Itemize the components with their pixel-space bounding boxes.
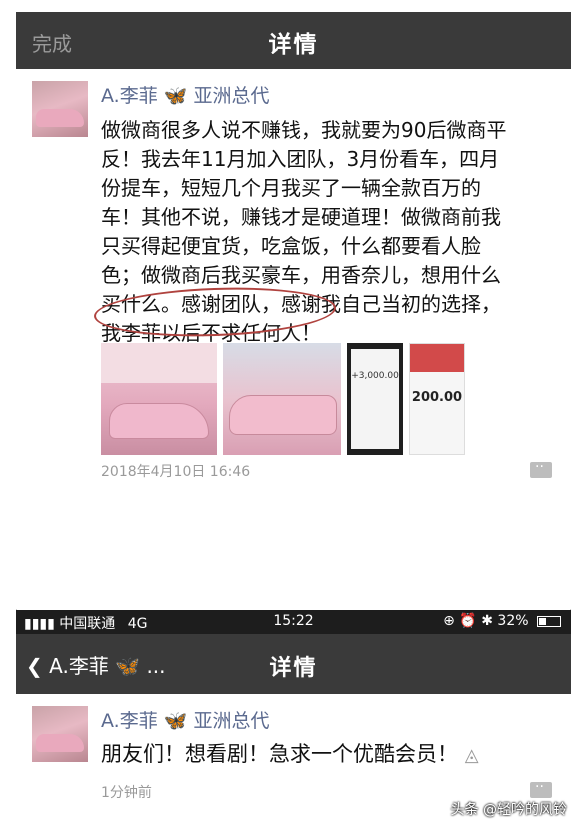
post-text: 朋友们！想看剧！急求一个优酷会员！ ◬ [101, 738, 479, 768]
moment-post-2: A.李菲 🦋 亚洲总代 朋友们！想看剧！急求一个优酷会员！ ◬ 1分钟前 [16, 694, 571, 812]
post-line: 份提车，短短几个月我买了一辆全款百万的 [101, 176, 481, 200]
comment-icon[interactable] [530, 459, 552, 478]
photo-transfer-screenshot[interactable]: 200.00 [409, 343, 465, 455]
payment-amount: +3,000.00 [351, 371, 399, 381]
transfer-amount: 200.00 [411, 390, 463, 405]
photo-sky [101, 343, 217, 383]
photo-car [229, 395, 337, 435]
watermark: 头条 @轻吟的风铃 [450, 802, 567, 818]
poster-name-text: A.李菲 [101, 85, 158, 107]
screenshot-frame: 完成 详情 A.李菲 🦋 亚洲总代 做微商很多人说不赚钱，我就要为90后微商平 … [0, 0, 585, 825]
photo-car [109, 403, 209, 439]
bluetooth-icon: ✱ [481, 613, 493, 629]
post-line: 反！我去年11月加入团队，3月份看车，四月 [101, 147, 500, 171]
page-title-2: 详情 [269, 656, 318, 681]
red-header [410, 344, 464, 372]
avatar[interactable] [32, 81, 88, 137]
second-nav-bar: ❮ A.李菲 🦋 ... 详情 [16, 634, 571, 694]
butterfly-icon: 🦋 [163, 710, 188, 732]
status-icons: ⊕ ⏰ ✱ 32% [443, 613, 561, 629]
battery-icon [537, 615, 561, 627]
poster-name[interactable]: A.李菲 🦋 亚洲总代 [101, 81, 270, 108]
post-line: 车！其他不说，赚钱才是硬道理！做微商前我 [101, 205, 501, 229]
poster-title: 亚洲总代 [193, 85, 270, 107]
status-bar: ▮▮▮▮ 中国联通 4G 15:22 ⊕ ⏰ ✱ 32% [16, 610, 571, 634]
lock-rotation-icon: ⊕ [443, 613, 455, 629]
avatar-car-image [36, 734, 84, 752]
photo-payment-screenshot[interactable]: +3,000.00 [347, 343, 403, 455]
battery-percent: 32% [497, 613, 529, 629]
poster-name-text: A.李菲 [101, 710, 158, 732]
phone-screen: +3,000.00 [351, 349, 399, 449]
butterfly-icon: 🦋 [163, 85, 188, 107]
poster-title: 亚洲总代 [193, 710, 270, 732]
photo-pink-car-2[interactable] [223, 343, 341, 455]
page-title: 详情 [268, 32, 319, 58]
post-line: 只买得起便宜货，吃盒饭，什么都要看人脸 [101, 234, 481, 258]
avatar[interactable] [32, 706, 88, 762]
moment-post: A.李菲 🦋 亚洲总代 做微商很多人说不赚钱，我就要为90后微商平 反！我去年1… [16, 69, 571, 609]
post-line: 做微商很多人说不赚钱，我就要为90后微商平 [101, 118, 507, 142]
photo-pink-car-1[interactable] [101, 343, 217, 455]
post-body-text: 朋友们！想看剧！急求一个优酷会员！ [101, 742, 458, 766]
post-timestamp: 1分钟前 [101, 785, 152, 801]
poster-name[interactable]: A.李菲 🦋 亚洲总代 [101, 706, 270, 733]
alarm-icon: ⏰ [459, 613, 477, 629]
comment-icon[interactable] [530, 779, 552, 798]
top-nav-bar: 完成 详情 [16, 12, 571, 69]
post-line: 色；做微商后我买豪车，用香奈儿，想用什么 [101, 263, 501, 287]
avatar-car-image [36, 109, 84, 127]
post-timestamp: 2018年4月10日 16:46 [101, 464, 251, 480]
dots-triangle-icon: ◬ [464, 745, 479, 766]
